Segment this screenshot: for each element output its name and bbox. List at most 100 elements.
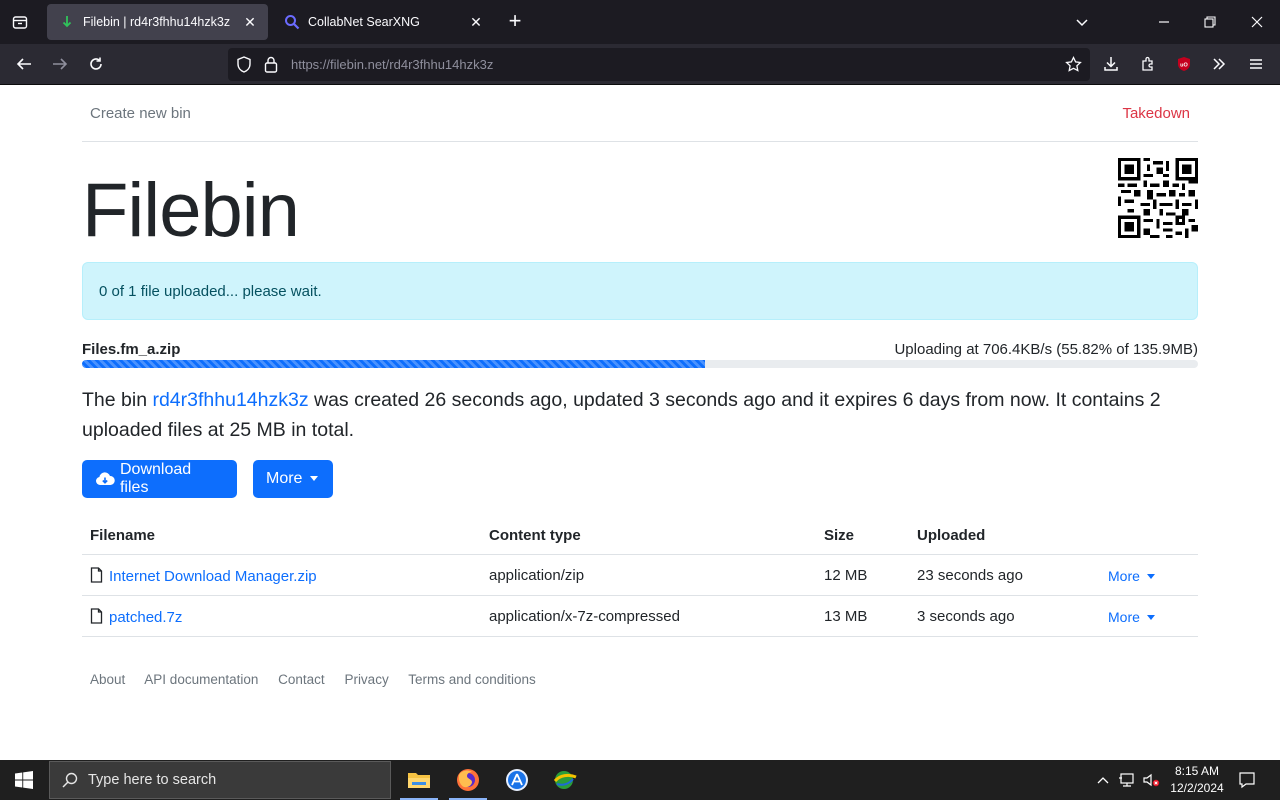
- cloud-download-icon: [96, 472, 115, 485]
- taskbar-search[interactable]: Type here to search: [49, 761, 391, 799]
- svg-text:uO: uO: [1180, 63, 1188, 69]
- create-new-bin-link[interactable]: Create new bin: [90, 105, 191, 122]
- header-content-type: Content type: [489, 527, 581, 544]
- table-row: patched.7z application/x-7z-compressed 1…: [82, 596, 1198, 637]
- filename-cell: Internet Download Manager.zip: [90, 567, 317, 585]
- file-link[interactable]: Internet Download Manager.zip: [109, 568, 317, 585]
- clock-time: 8:15 AM: [1174, 764, 1220, 778]
- tab-searxng[interactable]: CollabNet SearXNG ✕: [272, 4, 494, 40]
- url-bar[interactable]: https://filebin.net/rd4r3fhhu14hzk3z: [228, 48, 1090, 81]
- lead-prefix: The bin: [82, 389, 153, 411]
- taskbar-search-placeholder: Type here to search: [88, 772, 217, 788]
- tab-title: Filebin | rd4r3fhhu14hzk3z: [83, 15, 231, 29]
- caret-down-icon: [1146, 615, 1155, 620]
- url-text[interactable]: https://filebin.net/rd4r3fhhu14hzk3z: [291, 57, 493, 72]
- page-title: Filebin: [82, 168, 300, 253]
- files-table: Filename Content type Size Uploaded Inte…: [82, 515, 1198, 637]
- content-type-cell: application/x-7z-compressed: [489, 608, 680, 625]
- new-tab-icon[interactable]: +: [503, 10, 527, 34]
- size-cell: 12 MB: [824, 567, 868, 584]
- size-cell: 13 MB: [824, 608, 868, 625]
- tab-list-icon[interactable]: [8, 10, 32, 34]
- header-uploaded: Uploaded: [917, 527, 986, 544]
- header-filename: Filename: [90, 527, 156, 544]
- forward-icon[interactable]: [48, 52, 72, 76]
- app-store-icon[interactable]: [494, 760, 540, 800]
- caret-down-icon: [1146, 574, 1155, 579]
- upload-alert: 0 of 1 file uploaded... please wait.: [82, 262, 1198, 320]
- download-files-label: Download files: [119, 461, 192, 496]
- bin-description: The bin rd4r3fhhu14hzk3z was created 26 …: [82, 385, 1182, 445]
- row-more-dropdown[interactable]: More: [1108, 609, 1155, 625]
- taskbar-clock[interactable]: 8:15 AM 12/2/2024: [1166, 763, 1228, 797]
- firefox-icon[interactable]: [445, 760, 491, 800]
- lock-icon[interactable]: [264, 56, 278, 78]
- footer-about-link[interactable]: About: [90, 672, 125, 687]
- tab-title: CollabNet SearXNG: [308, 15, 420, 29]
- bin-id-link[interactable]: rd4r3fhhu14hzk3z: [152, 389, 308, 411]
- bookmark-star-icon[interactable]: [1065, 55, 1082, 78]
- more-label: More: [266, 470, 303, 487]
- restore-icon[interactable]: [1198, 10, 1222, 34]
- uploaded-cell: 3 seconds ago: [917, 608, 1015, 625]
- file-icon: [90, 567, 103, 583]
- download-files-button[interactable]: Download files: [82, 460, 237, 498]
- table-header: Filename Content type Size Uploaded: [82, 515, 1198, 555]
- header-size: Size: [824, 527, 855, 544]
- minimize-icon[interactable]: [1152, 10, 1176, 34]
- file-link[interactable]: patched.7z: [109, 609, 182, 626]
- top-nav: Create new bin Takedown: [82, 85, 1198, 142]
- windows-taskbar: Type here to search 8:15 AM 12/2/2024: [0, 760, 1280, 800]
- close-tab-icon[interactable]: ✕: [240, 12, 260, 32]
- tab-filebin[interactable]: Filebin | rd4r3fhhu14hzk3z ✕: [47, 4, 268, 40]
- notification-icon[interactable]: [1234, 760, 1260, 800]
- footer: About API documentation Contact Privacy …: [90, 672, 552, 687]
- upload-progress-fill: [82, 360, 705, 368]
- hamburger-menu-icon[interactable]: [1244, 52, 1268, 76]
- qr-code: [1118, 158, 1198, 238]
- close-tab-icon[interactable]: ✕: [466, 12, 486, 32]
- row-more-dropdown[interactable]: More: [1108, 568, 1155, 584]
- back-icon[interactable]: [12, 52, 36, 76]
- caret-down-icon: [310, 475, 319, 481]
- filename-cell: patched.7z: [90, 608, 182, 626]
- windows-start-icon[interactable]: [0, 760, 48, 800]
- page-content: Create new bin Takedown Filebin 0 of 1 f…: [0, 85, 1280, 760]
- download-arrow-icon: [59, 14, 75, 30]
- close-window-icon[interactable]: [1245, 10, 1269, 34]
- footer-contact-link[interactable]: Contact: [278, 672, 325, 687]
- overflow-chevrons-icon[interactable]: [1207, 52, 1231, 76]
- file-explorer-icon[interactable]: [396, 760, 442, 800]
- shield-icon[interactable]: [236, 56, 252, 78]
- clock-date: 12/2/2024: [1170, 781, 1224, 795]
- takedown-link[interactable]: Takedown: [1122, 105, 1190, 122]
- footer-terms-link[interactable]: Terms and conditions: [408, 672, 536, 687]
- file-icon: [90, 608, 103, 624]
- search-icon: [62, 772, 78, 788]
- footer-privacy-link[interactable]: Privacy: [344, 672, 388, 687]
- content-type-cell: application/zip: [489, 567, 585, 584]
- row-more-label: More: [1108, 568, 1140, 584]
- uploading-filename: Files.fm_a.zip: [82, 341, 181, 358]
- reload-icon[interactable]: [84, 52, 108, 76]
- table-row: Internet Download Manager.zip applicatio…: [82, 555, 1198, 596]
- extensions-icon[interactable]: [1136, 52, 1160, 76]
- network-icon[interactable]: [1116, 760, 1138, 800]
- browser-tab-bar: Filebin | rd4r3fhhu14hzk3z ✕ CollabNet S…: [0, 0, 1280, 44]
- list-all-tabs-chevron-icon[interactable]: [1070, 10, 1094, 34]
- ublock-origin-icon[interactable]: uO: [1172, 52, 1196, 76]
- browser-nav-bar: https://filebin.net/rd4r3fhhu14hzk3z uO: [0, 44, 1280, 85]
- url-domain: https://filebin.net/: [291, 57, 390, 72]
- row-more-label: More: [1108, 609, 1140, 625]
- upload-progress: [82, 360, 1198, 368]
- footer-api-docs-link[interactable]: API documentation: [144, 672, 258, 687]
- search-icon: [284, 14, 300, 30]
- more-dropdown-button[interactable]: More: [253, 460, 333, 498]
- tray-chevron-up-icon[interactable]: [1094, 760, 1112, 800]
- url-path: rd4r3fhhu14hzk3z: [389, 57, 494, 72]
- upload-status: Uploading at 706.4KB/s (55.82% of 135.9M…: [894, 341, 1198, 358]
- uploaded-cell: 23 seconds ago: [917, 567, 1023, 584]
- downloads-icon[interactable]: [1099, 52, 1123, 76]
- network-globe-icon[interactable]: [542, 760, 588, 800]
- volume-muted-icon[interactable]: [1140, 760, 1162, 800]
